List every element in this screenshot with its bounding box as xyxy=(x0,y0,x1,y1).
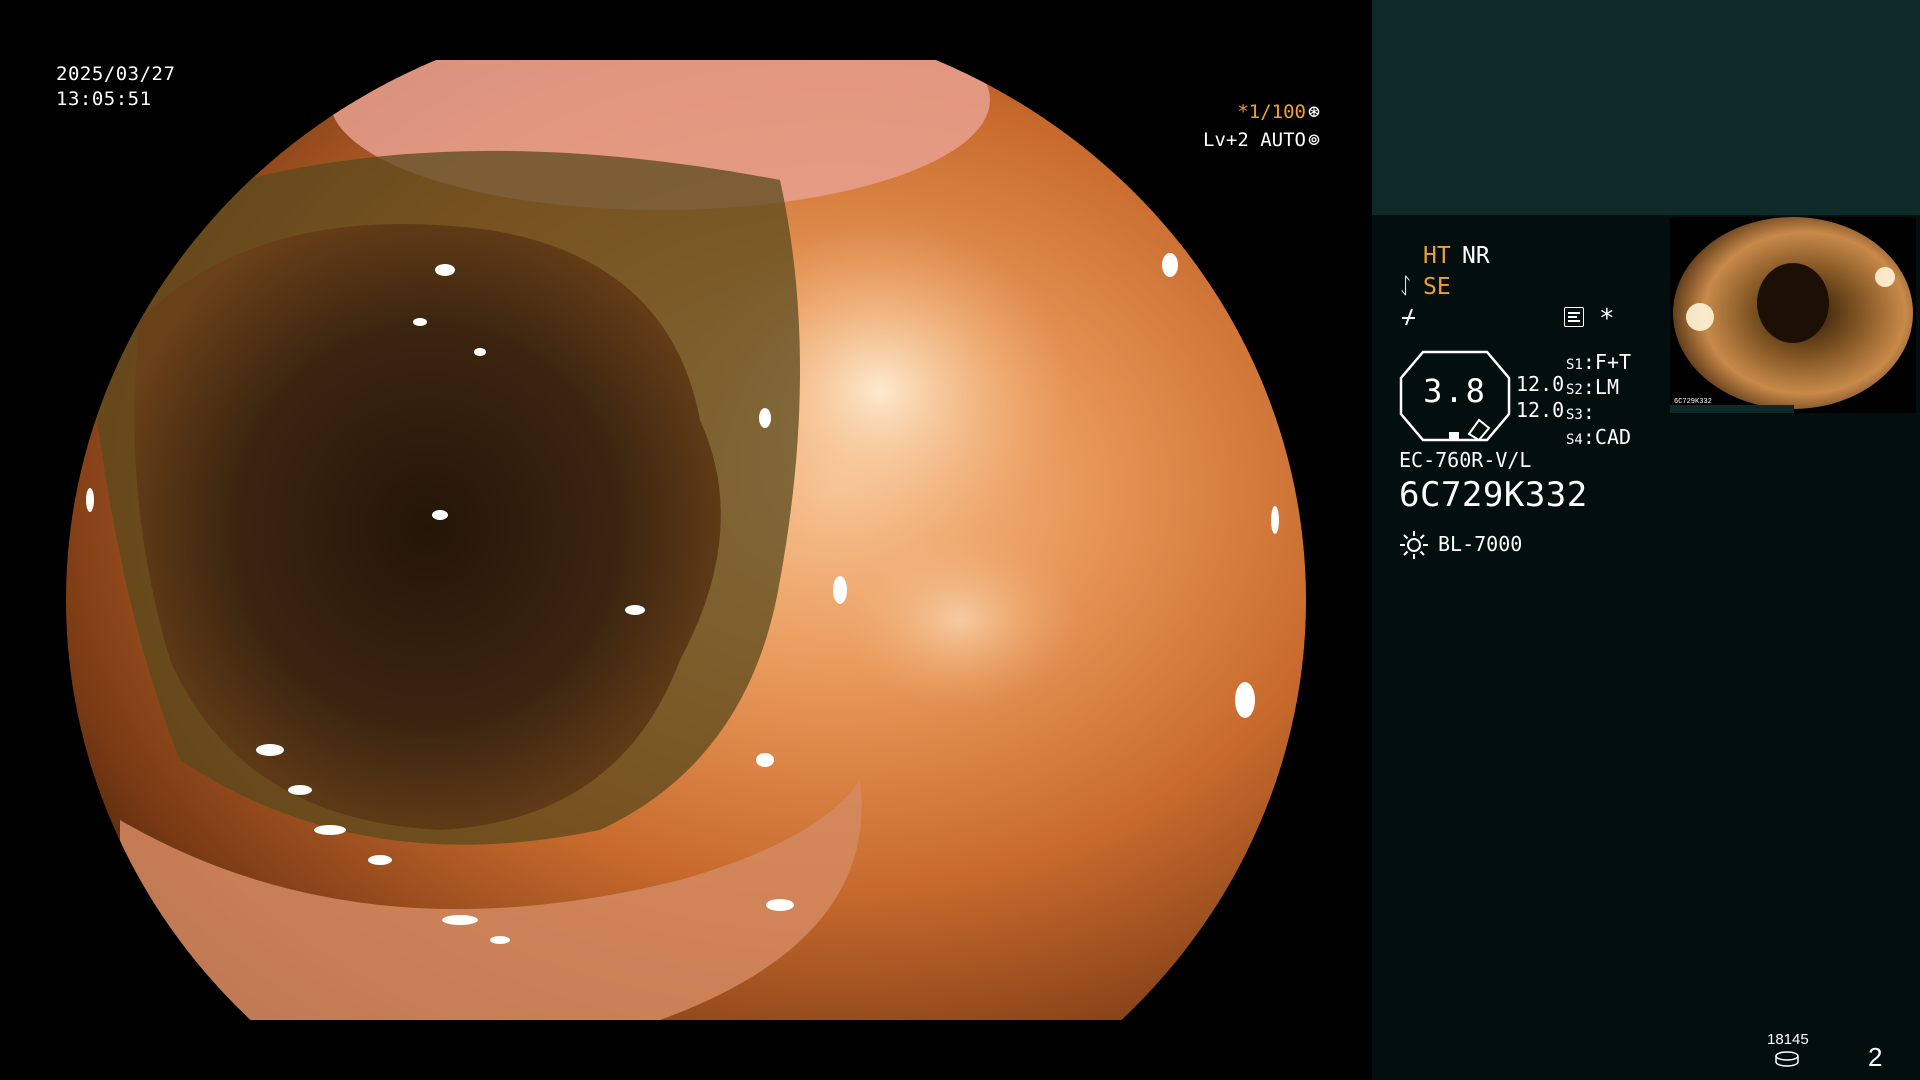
date-time-display: 2025/03/27 13:05:51 xyxy=(56,62,175,112)
exposure-level: Lv+2 AUTO ⊚ xyxy=(1203,127,1320,151)
slot-s3: S3: xyxy=(1566,400,1595,424)
endoscopic-image xyxy=(66,60,1306,1020)
se-curve-icon: ᛇ xyxy=(1399,274,1413,299)
thumbnail-bar xyxy=(1670,405,1794,413)
lamp-icon xyxy=(1400,531,1428,559)
panel-header-area xyxy=(1372,0,1920,215)
light-source-label: BL-7000 xyxy=(1438,532,1523,556)
scope-serial: 6C729K332 xyxy=(1399,475,1588,515)
shutter-speed-text: *1/100 xyxy=(1237,101,1306,123)
aperture-icon: ⊛ xyxy=(1307,99,1320,123)
slot-key: S2 xyxy=(1566,382,1583,398)
slot-s2: S2:LM xyxy=(1566,375,1619,399)
slot-value: LM xyxy=(1594,375,1619,399)
time-text: 13:05:51 xyxy=(56,88,152,110)
signal-filter-icon xyxy=(1402,308,1415,326)
ht-indicator: HT xyxy=(1423,243,1451,269)
slot-value: CAD xyxy=(1594,425,1632,449)
list-menu-icon xyxy=(1564,307,1584,327)
scope-model: EC-760R-V/L xyxy=(1399,448,1532,472)
slot-key: S3 xyxy=(1566,407,1583,423)
thumbnail-preview[interactable]: 6C729K332 xyxy=(1670,217,1916,413)
asterisk-icon: * xyxy=(1599,304,1615,334)
value-one: 12.0 xyxy=(1516,372,1565,396)
page-number: 2 xyxy=(1868,1042,1883,1072)
slot-s4: S4:CAD xyxy=(1566,425,1632,449)
info-panel: HT NR ᛇ SE * 3.8 12.0 12.0 S1:F+T S2:LM … xyxy=(1372,0,1920,1080)
iris-icon: ⊚ xyxy=(1307,127,1320,151)
se-indicator: SE xyxy=(1423,274,1451,300)
slot-value: F+T xyxy=(1594,350,1632,374)
date-text: 2025/03/27 xyxy=(56,63,176,85)
image-count: 18145 xyxy=(1767,1031,1809,1048)
disk-icon xyxy=(1775,1051,1799,1067)
value-two: 12.0 xyxy=(1516,398,1565,422)
endoscope-live-view: 2025/03/27 13:05:51 *1/100 ⊛ Lv+2 AUTO ⊚ xyxy=(0,0,1372,1080)
slot-key: S4 xyxy=(1566,432,1583,448)
nr-indicator: NR xyxy=(1462,243,1490,269)
exposure-text: Lv+2 AUTO xyxy=(1203,129,1306,151)
enhancement-level-value: 3.8 xyxy=(1423,372,1487,410)
slot-s1: S1:F+T xyxy=(1566,350,1632,374)
shutter-speed: *1/100 ⊛ xyxy=(1237,99,1320,123)
slot-key: S1 xyxy=(1566,357,1583,373)
